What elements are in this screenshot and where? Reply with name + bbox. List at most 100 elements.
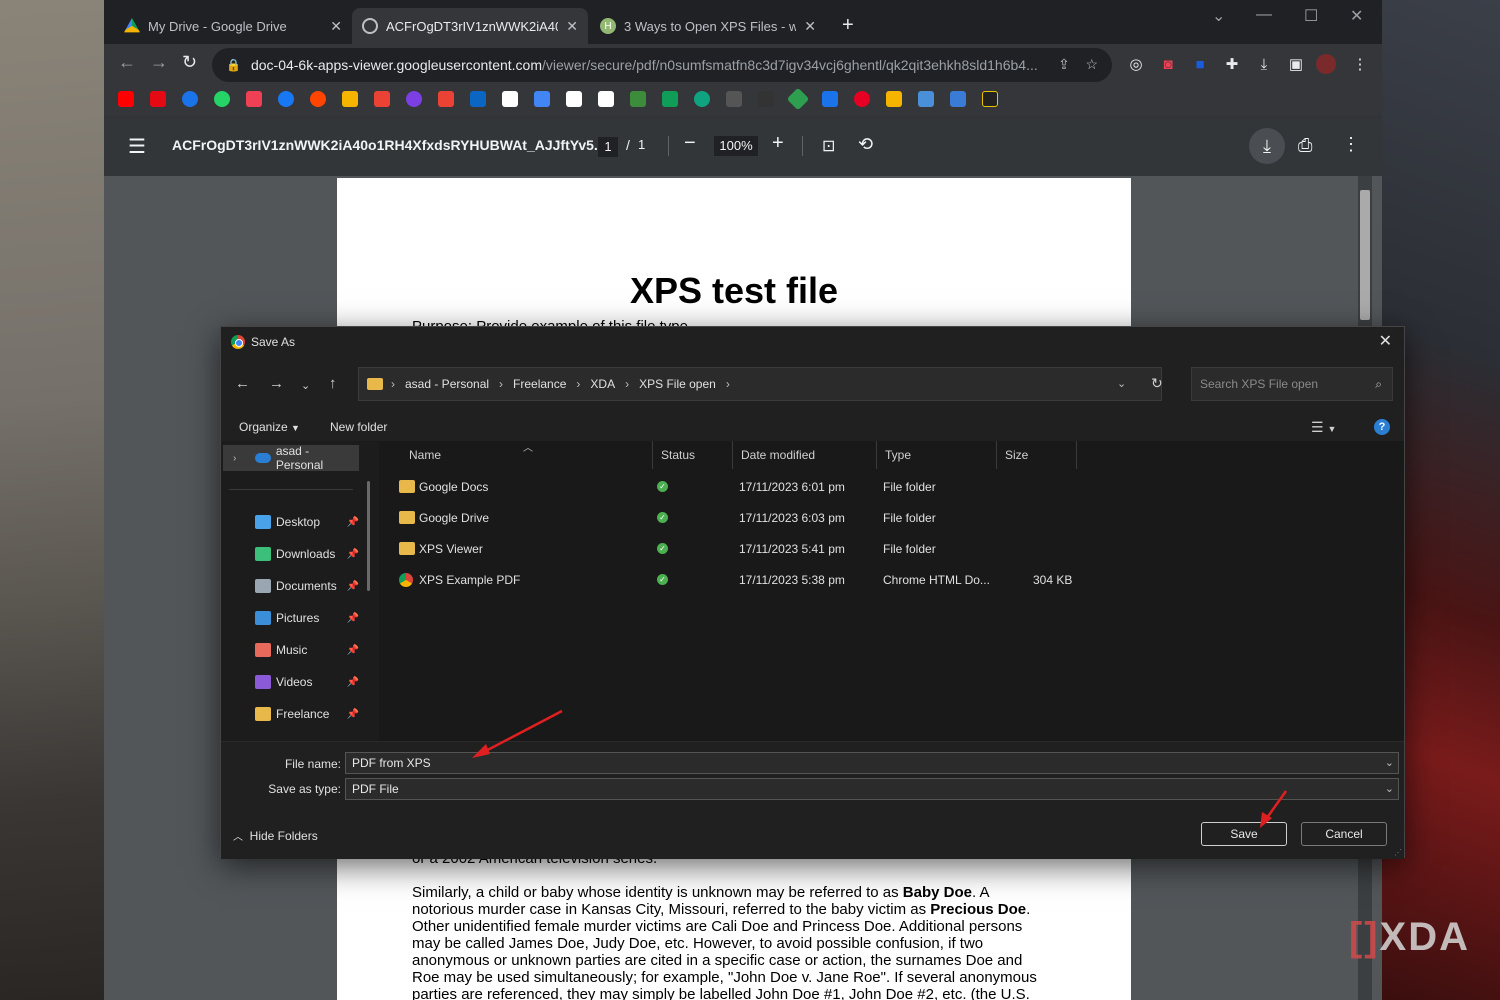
download-icon[interactable]: ⤓ bbox=[1254, 54, 1274, 74]
side-panel-icon[interactable]: ▣ bbox=[1286, 54, 1306, 74]
dialog-back-icon[interactable]: ← bbox=[235, 375, 250, 392]
netflix-icon[interactable] bbox=[150, 91, 166, 107]
print-icon[interactable]: ⎙ bbox=[1298, 135, 1312, 156]
tab-close-icon[interactable]: ✕ bbox=[804, 18, 816, 35]
nav-item-desktop[interactable]: Desktop 📌 bbox=[255, 511, 359, 533]
tab-google-drive[interactable]: My Drive - Google Drive ✕ bbox=[114, 8, 352, 44]
chevron-down-icon[interactable]: ⌄ bbox=[1385, 779, 1394, 799]
extensions-puzzle-icon[interactable]: ✚ bbox=[1222, 54, 1242, 74]
tab-pdf-viewer[interactable]: ACFrOgDT3rIV1znWWK2iA40o1R ✕ bbox=[352, 8, 588, 44]
breadcrumb-item[interactable]: asad - Personal bbox=[405, 377, 489, 391]
pin-icon[interactable]: 📌 bbox=[347, 645, 359, 656]
zoom-in-icon[interactable]: + bbox=[772, 132, 784, 155]
tab-search-chevron-icon[interactable]: ⌄ bbox=[1212, 6, 1225, 26]
bookmark-diamond-icon[interactable] bbox=[786, 87, 810, 111]
table-row[interactable]: Google Docs ✓ 17/11/2023 6:01 pm File folde… bbox=[379, 473, 1079, 501]
save-type-select[interactable]: PDF File ⌄ bbox=[345, 778, 1399, 800]
nav-item-videos[interactable]: Videos 📌 bbox=[255, 671, 359, 693]
bookmark-dark-icon[interactable] bbox=[982, 91, 998, 107]
maximize-icon[interactable]: ☐ bbox=[1304, 6, 1318, 26]
forward-arrow-icon[interactable]: → bbox=[150, 52, 168, 73]
view-options-icon[interactable]: ☰ ▼ bbox=[1311, 419, 1336, 436]
table-row[interactable]: XPS Viewer ✓ 17/11/2023 5:41 pm File folder bbox=[379, 535, 1079, 563]
extension-glasses-icon[interactable]: ◎ bbox=[1126, 54, 1146, 74]
hide-folders-button[interactable]: ︿ Hide Folders bbox=[233, 828, 318, 843]
organize-button[interactable]: Organize ▼ bbox=[239, 420, 300, 434]
pin-icon[interactable]: 📌 bbox=[347, 613, 359, 624]
tab-close-icon[interactable]: ✕ bbox=[566, 18, 578, 35]
bookmark-play-icon[interactable] bbox=[182, 91, 198, 107]
bitwarden-icon[interactable]: ■ bbox=[1190, 54, 1210, 74]
save-button[interactable]: Save bbox=[1201, 822, 1287, 846]
pin-icon[interactable]: 📌 bbox=[347, 517, 359, 528]
share-star-icons[interactable]: ⇪ ☆ bbox=[1058, 56, 1098, 73]
pdf-scrollbar-thumb[interactable] bbox=[1360, 190, 1370, 320]
wikipedia-icon[interactable] bbox=[598, 91, 614, 107]
pocket-icon[interactable]: ◙ bbox=[1158, 54, 1178, 74]
chatgpt-icon[interactable] bbox=[694, 91, 710, 107]
profile-avatar[interactable] bbox=[1316, 54, 1336, 74]
back-arrow-icon[interactable]: ← bbox=[118, 52, 136, 73]
gmail-icon[interactable] bbox=[374, 91, 390, 107]
nav-item-pictures[interactable]: Pictures 📌 bbox=[255, 607, 359, 629]
pin-icon[interactable]: 📌 bbox=[347, 549, 359, 560]
dialog-forward-icon[interactable]: → bbox=[269, 375, 284, 392]
breadcrumb-item[interactable]: XDA bbox=[590, 377, 615, 391]
bookmark-grid-icon[interactable] bbox=[726, 91, 742, 107]
dialog-address-bar[interactable]: › asad - Personal › Freelance › XDA › XP… bbox=[358, 367, 1162, 401]
address-dropdown-icon[interactable]: ⌄ bbox=[1117, 377, 1126, 390]
fit-page-icon[interactable]: ⊡ bbox=[822, 136, 835, 156]
pdf-more-icon[interactable]: ⋮ bbox=[1342, 134, 1360, 155]
bookmark-doc-icon[interactable] bbox=[918, 91, 934, 107]
pin-icon[interactable]: 📌 bbox=[347, 677, 359, 688]
file-name-input[interactable]: PDF from XPS ⌄ bbox=[345, 752, 1399, 774]
tab-wikihow[interactable]: H 3 Ways to Open XPS Files - wikiH ✕ bbox=[590, 8, 826, 44]
refresh-icon[interactable]: ↻ bbox=[1151, 375, 1163, 392]
nav-item-onedrive[interactable]: asad - Personal bbox=[255, 444, 359, 472]
reddit-icon[interactable] bbox=[310, 91, 326, 107]
google-icon[interactable] bbox=[502, 91, 518, 107]
linkedin-icon[interactable] bbox=[470, 91, 486, 107]
resize-grip-icon[interactable]: ⋰ bbox=[1394, 848, 1402, 857]
bookmark-heart-icon[interactable] bbox=[950, 91, 966, 107]
chrome-menu-icon[interactable]: ⋮ bbox=[1350, 54, 1370, 74]
table-row[interactable]: Google Drive ✓ 17/11/2023 6:03 pm File fold… bbox=[379, 504, 1079, 532]
zoom-out-icon[interactable]: − bbox=[684, 132, 696, 155]
breadcrumb-item[interactable]: XPS File open bbox=[639, 377, 716, 391]
pin-icon[interactable]: 📌 bbox=[347, 581, 359, 592]
pdf-download-icon[interactable]: ⤓ bbox=[1249, 128, 1285, 164]
nav-item-music[interactable]: Music 📌 bbox=[255, 639, 359, 661]
facebook-icon[interactable] bbox=[278, 91, 294, 107]
column-header-size[interactable]: Size bbox=[997, 441, 1077, 469]
docs-icon[interactable] bbox=[534, 91, 550, 107]
column-header-name[interactable]: Name bbox=[379, 441, 653, 469]
dialog-close-icon[interactable]: ✕ bbox=[1379, 331, 1392, 351]
cancel-button[interactable]: Cancel bbox=[1301, 822, 1387, 846]
pinterest-icon[interactable] bbox=[854, 91, 870, 107]
column-header-type[interactable]: Type bbox=[877, 441, 997, 469]
search-box[interactable]: Search XPS File open ⌕ bbox=[1191, 367, 1393, 401]
recent-locations-chevron-icon[interactable]: ⌄ bbox=[301, 379, 310, 392]
bookmark-h-icon[interactable] bbox=[758, 91, 774, 107]
window-close-icon[interactable]: ✕ bbox=[1350, 6, 1363, 26]
google-drive-bookmark-icon[interactable] bbox=[662, 91, 678, 107]
pocket-bookmark-icon[interactable] bbox=[246, 91, 262, 107]
rotate-icon[interactable]: ⟲ bbox=[858, 134, 873, 155]
help-icon[interactable]: ? bbox=[1374, 419, 1390, 435]
minimize-icon[interactable]: — bbox=[1256, 6, 1272, 24]
nav-scrollbar[interactable] bbox=[367, 481, 370, 591]
table-row[interactable]: XPS Example PDF ✓ 17/11/2023 5:38 pm Chrome… bbox=[379, 566, 1079, 594]
expand-chevron-icon[interactable]: › bbox=[233, 453, 236, 464]
store-icon[interactable] bbox=[438, 91, 454, 107]
nav-item-documents[interactable]: Documents 📌 bbox=[255, 575, 359, 597]
address-bar[interactable]: 🔒 doc-04-6k-apps-viewer.googleuserconten… bbox=[212, 48, 1112, 82]
breadcrumb-item[interactable]: Freelance bbox=[513, 377, 566, 391]
pin-icon[interactable]: 📌 bbox=[347, 709, 359, 720]
bookmark-arrow-icon[interactable] bbox=[630, 91, 646, 107]
tab-close-icon[interactable]: ✕ bbox=[330, 18, 342, 35]
bookmark-purple-icon[interactable] bbox=[406, 91, 422, 107]
reload-icon[interactable]: ↻ bbox=[182, 52, 197, 73]
chevron-down-icon[interactable]: ⌄ bbox=[1385, 753, 1394, 773]
bookmark-chat-icon[interactable] bbox=[822, 91, 838, 107]
page-number-input[interactable]: 1 bbox=[598, 137, 618, 157]
